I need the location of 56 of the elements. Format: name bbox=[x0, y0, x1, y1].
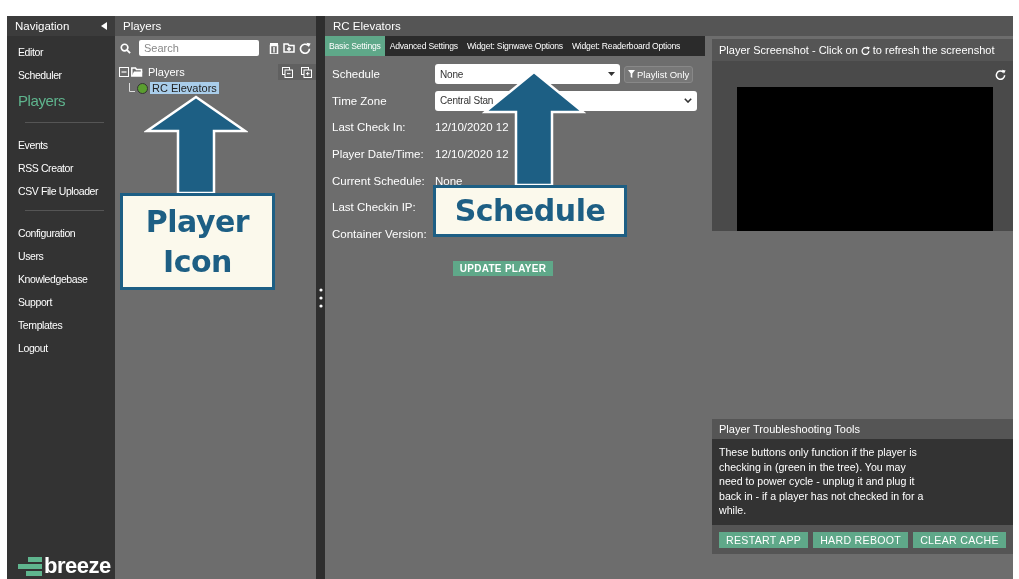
panel-title: RC Elevators bbox=[333, 20, 401, 32]
nav-item[interactable]: Knowledgebase bbox=[7, 267, 115, 290]
field-label: Last Check In: bbox=[332, 121, 407, 134]
logo-icon bbox=[18, 557, 42, 577]
collapse-icon[interactable] bbox=[101, 22, 107, 30]
search-icon bbox=[120, 42, 131, 54]
panel-title: Player Screenshot - Click on to refresh the screenshot bbox=[719, 44, 995, 56]
nav-item[interactable]: CSV File Uploader bbox=[7, 179, 115, 202]
field-label: Time Zone bbox=[332, 94, 388, 107]
refresh-icon[interactable] bbox=[995, 68, 1006, 80]
tree-line-icon bbox=[129, 83, 135, 93]
description-text: These buttons only function if the player is checking in (green in the tree). You may need to power cycle - unplug it and plug it back in - if a player has not checked in for a while. bbox=[719, 445, 924, 518]
nav-item[interactable]: Scheduler bbox=[7, 63, 115, 86]
caret-icon bbox=[608, 72, 615, 77]
nav-item[interactable]: Logout bbox=[7, 336, 115, 359]
panel-title: Player Troubleshooting Tools bbox=[719, 423, 861, 435]
tree-item[interactable]: Players bbox=[148, 66, 185, 78]
folder-plus-icon[interactable] bbox=[283, 43, 295, 53]
field-value: 12/10/2020 12 bbox=[435, 121, 509, 134]
trash-icon[interactable] bbox=[269, 42, 279, 54]
sidebar-title: Navigation bbox=[15, 20, 70, 32]
copy-minus-icon[interactable] bbox=[282, 66, 293, 78]
panel-title: Players bbox=[123, 20, 162, 32]
search-field[interactable]: Search bbox=[139, 40, 259, 56]
filter-button[interactable]: Playlist Only bbox=[624, 65, 694, 83]
nav-item[interactable]: Players bbox=[7, 86, 115, 114]
nav-item[interactable]: Users bbox=[7, 244, 115, 267]
drag-handle-icon[interactable] bbox=[318, 287, 323, 308]
field-label: Current Schedule: bbox=[332, 174, 426, 187]
field-label: Schedule bbox=[332, 68, 381, 81]
nav-item[interactable]: Editor bbox=[7, 40, 115, 63]
filter-icon bbox=[628, 70, 635, 79]
refresh-icon bbox=[860, 45, 870, 55]
tab[interactable]: Widget: Signwave Options bbox=[462, 36, 567, 56]
callout-label: Player Icon bbox=[120, 193, 275, 290]
chevron-down-icon bbox=[684, 98, 692, 104]
select-field[interactable]: None bbox=[435, 64, 620, 85]
nav-item[interactable]: Templates bbox=[7, 313, 115, 336]
refresh-icon[interactable] bbox=[299, 42, 311, 54]
field-value: 12/10/2020 12 bbox=[435, 148, 509, 161]
field-label: Last Checkin IP: bbox=[332, 201, 417, 214]
copy-plus-icon[interactable] bbox=[301, 66, 312, 78]
logo-text: breeze bbox=[44, 555, 111, 577]
tab[interactable]: Widget: Readerboard Options bbox=[567, 36, 685, 56]
tree-item[interactable]: RC Elevators bbox=[150, 82, 219, 94]
callout-label: Schedule bbox=[433, 185, 627, 237]
nav-item[interactable]: Support bbox=[7, 290, 115, 313]
nav-item[interactable]: Configuration bbox=[7, 221, 115, 244]
folder-icon bbox=[131, 67, 143, 77]
nav-item[interactable]: Events bbox=[7, 133, 115, 156]
field-label: Container Version: bbox=[332, 227, 428, 240]
field-label: Player Date/Time: bbox=[332, 148, 425, 161]
field-value: None bbox=[435, 174, 463, 187]
collapse-icon[interactable] bbox=[119, 67, 129, 77]
nav-item[interactable]: RSS Creator bbox=[7, 156, 115, 179]
tab[interactable]: Advanced Settings bbox=[385, 36, 462, 56]
